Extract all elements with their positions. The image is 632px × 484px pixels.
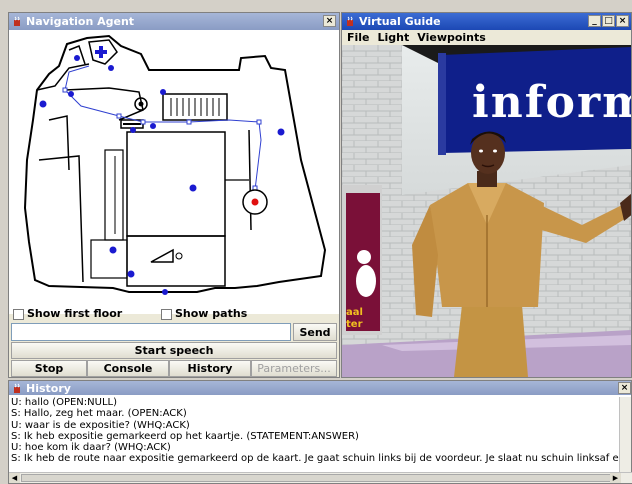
show-paths-checkbox[interactable] [161,309,172,320]
history-line: U: hoe kom ik daar? (WHQ:ACK) [11,442,171,454]
virtual-guide-window: Virtual Guide _ □ × File Light Viewpoint… [341,12,632,378]
history-hscrollbar[interactable]: ◀ ▶ [9,472,632,483]
scroll-right-arrow[interactable]: ▶ [610,473,621,483]
virtual-scene[interactable]: inform aal ter [342,45,631,377]
java-cup-icon [345,16,356,27]
history-vscrollbar[interactable] [619,397,631,473]
guide-close-button[interactable]: × [616,15,629,27]
room [126,131,226,237]
guide-titlebar: Virtual Guide _ □ × [342,13,631,30]
command-input[interactable] [11,323,291,341]
sign-text: inform [472,77,631,128]
scroll-thumb[interactable] [21,474,611,482]
menu-viewpoints[interactable]: Viewpoints [417,31,486,44]
history-line: U: hallo (OPEN:NULL) [11,397,118,408]
poster-text-2: ter [346,319,363,330]
history-line: S: Ik heb de route naar expositie gemark… [11,453,619,465]
history-line: S: Ik heb expositie gemarkeerd op het ka… [11,430,359,442]
java-cup-icon [12,16,23,27]
info-desk [150,248,174,263]
history-line: U: waar is de expositie? (WHQ:ACK) [11,419,190,431]
floor-map[interactable] [9,30,339,314]
nav-title: Navigation Agent [26,15,135,28]
poster-text-1: aal [346,307,363,318]
show-first-floor-label: Show first floor [27,307,123,320]
history-title: History [26,381,71,395]
start-speech-button[interactable]: Start speech [11,342,337,359]
history-close-button[interactable]: × [618,382,631,394]
menu-light[interactable]: Light [378,31,410,44]
guide-title: Virtual Guide [359,15,441,28]
history-titlebar: History × [9,381,631,395]
floor-map-svg [23,34,327,295]
maximize-button[interactable]: □ [602,15,615,27]
building-outline [23,34,327,293]
stop-button[interactable]: Stop [11,360,87,377]
room [126,235,226,287]
parameters-button: Parameters... [251,360,337,377]
console-button[interactable]: Console [87,360,169,377]
stairs [170,98,220,116]
room [90,239,128,279]
menu-file[interactable]: File [347,31,370,44]
map-markers [39,55,285,295]
nav-close-button[interactable]: × [323,15,336,27]
room [104,149,124,241]
show-first-floor-checkbox[interactable] [13,309,24,320]
guide-menubar: File Light Viewpoints [342,30,631,45]
wall [38,155,84,283]
send-button[interactable]: Send [293,323,337,341]
wall [48,115,70,171]
wall [64,87,144,121]
navigation-agent-window: Navigation Agent × Show first floor Show… [8,12,340,378]
target-marker [251,198,259,206]
history-button[interactable]: History [169,360,251,377]
history-line: S: Hallo, zeg het maar. (OPEN:ACK) [11,408,187,420]
first-aid-cross [95,46,107,58]
minimize-button[interactable]: _ [588,15,601,27]
history-log[interactable]: U: hallo (OPEN:NULL) S: Hallo, zeg het m… [11,397,619,473]
java-cup-icon [12,383,23,394]
scroll-left-arrow[interactable]: ◀ [9,473,20,483]
route-nodes [62,87,262,191]
nav-titlebar: Navigation Agent × [9,13,339,30]
history-window: History × U: hallo (OPEN:NULL) S: Hallo,… [8,380,632,484]
show-paths-label: Show paths [175,307,248,320]
